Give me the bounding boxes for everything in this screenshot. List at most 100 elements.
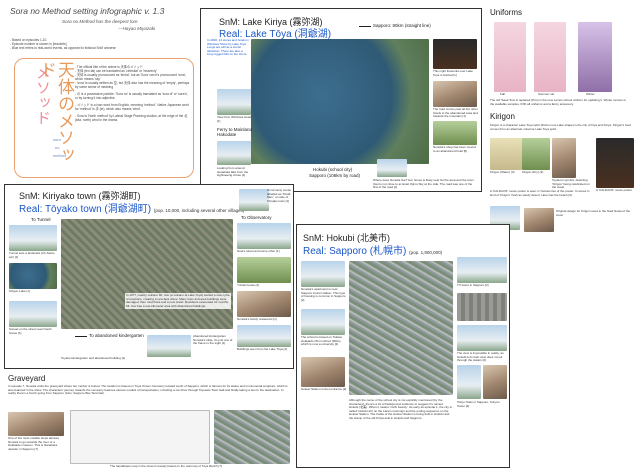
yuzuki-house-caption: Yuzuki house [1] <box>237 283 260 287</box>
city-view-caption: The view is impossible in reality, as Ho… <box>457 351 504 363</box>
sunset-street-photo <box>9 301 57 327</box>
noel-street-photo <box>237 223 291 249</box>
graveyard-title: Graveyard <box>8 374 46 383</box>
town-map-photo <box>61 219 233 329</box>
real-map-photo <box>214 410 290 464</box>
to-observatory-label: To Observatory <box>241 215 272 220</box>
infographic-title: Sora no Method setting infographic v. 1.… <box>10 6 165 16</box>
uniforms-caption: The old 'Sasa' flow is replaced (Prin) i… <box>490 98 626 106</box>
hokubi-label: Hokubi (school city) <box>313 167 353 172</box>
hokubi-distance: Sapporo (106km by road) <box>309 173 361 178</box>
house-photo <box>433 121 477 145</box>
tv-tower-photo <box>457 257 507 283</box>
kaldaos-poster-photo <box>596 138 634 188</box>
tokyo-tower-photo-2 <box>483 365 507 399</box>
uniform-winter-label: Winter <box>586 92 595 96</box>
to-abandoned-kindergarten: To abandoned kindergarten <box>89 333 144 338</box>
kindergarten-caption: Abandoned kindergarten Nonoka's slide, i… <box>193 334 233 346</box>
station-caption: Hokuei Station tunnel entrance [2] <box>301 387 347 391</box>
kirigon-poster-note: A 'KALDAOS' movie poster is seen in Yama… <box>490 189 590 197</box>
kirigon-water-caption: Kirigon (Water) (3) <box>490 170 515 174</box>
lake-view-photo <box>217 89 251 115</box>
tokyo-tower-caption: Tokyo Nodo in Sapporo, Tokyo's Tower [2] <box>457 400 500 408</box>
etymology-text: - The official title of the anime is 天体の… <box>75 65 191 122</box>
lake-ferry-photo <box>217 141 251 165</box>
nonoka-home-caption: Where does Nonoka live? Her house is lik… <box>373 178 474 190</box>
uniform-summer-label: Summer var. <box>538 92 556 96</box>
kanji-title-vertical: 天体のメソッド <box>36 61 74 163</box>
tv-tower-caption: TV tower in Sapporo [2] <box>457 283 489 287</box>
house-caption: Nonoka's shop has been moved to an aband… <box>433 145 476 153</box>
buildings-photo <box>237 325 291 347</box>
sunset-street-caption: Sunset on the street near Noel's house [… <box>9 327 52 335</box>
hokubi-real-title: Real: Sapporo (札幌市) (pop. 1,900,000) <box>303 242 442 257</box>
kirigon-design-caption: Original design for Kirigon used in the … <box>556 209 631 217</box>
community-center-photo <box>239 189 269 211</box>
kaldaos-poster-caption: A 'KALDAOS' movie poster <box>596 188 632 192</box>
school-photo <box>301 309 345 335</box>
sapporo-arrow <box>359 26 371 27</box>
lake-ferry-caption: Looking from around Hanabata lake from t… <box>217 166 249 178</box>
graveyard-photo <box>8 412 64 436</box>
uniform-summer-figure <box>534 22 566 92</box>
lake-side-note: In 2006, 14 stores and hotels in Windows… <box>207 38 249 57</box>
etymology-box: メソッド 天体のメソッド sora no method - The offici… <box>14 58 194 178</box>
apartment-photo <box>301 261 345 287</box>
station-photo <box>301 357 345 387</box>
kindergarten-photo <box>147 335 191 357</box>
tokyo-tower-photo <box>457 365 481 399</box>
restaurant-photo <box>237 291 291 317</box>
kirigon-dry-caption: Kirigon (Dry) (3) <box>522 170 544 174</box>
kirigon-title: Kirigon <box>490 112 515 121</box>
map-comparison-caption: The handdrawn map in the show is loosely… <box>110 464 222 468</box>
fireworks-caption: This night fireworks over Lake Toya is f… <box>433 69 473 77</box>
etym-p5: - の is a possessive particle. 'Sora no' … <box>75 92 189 100</box>
uniform-fall-label: Fall <box>500 92 505 96</box>
yuzuki-house-photo <box>237 257 291 283</box>
uniform-winter-figure <box>578 22 612 92</box>
sapporo-satellite-map <box>349 261 453 395</box>
etym-p7: - Sora is 'North method' by Lateral Stag… <box>75 114 188 122</box>
city-view-photo <box>457 325 507 351</box>
fireworks-photo <box>433 39 477 69</box>
kirigon-lake-photo <box>9 263 57 289</box>
restaurant-caption: Nonoka's family restaurant [1] <box>237 317 277 321</box>
notes-block: - Based on episodes 1-10. - Episode numb… <box>10 38 195 50</box>
hokubi-panel: SnM: Hokubi (北美市) Real: Sapporo (札幌市) (p… <box>296 224 510 468</box>
quote-line-2: —Hayao Miyazaki <box>118 26 156 31</box>
hokubi-population: (pop. 1,900,000) <box>409 250 443 255</box>
graveyard-note: In episode 7, Nonoka visits the graveyar… <box>8 384 288 396</box>
town-population: (pop. 10,000, including several other vi… <box>153 208 245 213</box>
kindergarten-arrow <box>75 336 87 337</box>
ferry-label: Ferry to Mainland Hakodate <box>217 127 253 137</box>
kirigon-symbol-photo <box>552 138 576 178</box>
town-panel: SnM: Kiriyako town (霧弥湖町) Real: Tōyako t… <box>4 184 294 369</box>
noel-street-caption: Noel's street and some other [1] <box>237 249 280 253</box>
nonoka-home-photo <box>377 159 407 177</box>
lake-view-caption: View from Windows Hotel [1] <box>217 115 252 123</box>
lake-sapporo-distance: Sapporo: 80km (straight line) <box>373 23 431 28</box>
kirigon-lake-caption: Kirigon Lake [1] <box>9 289 30 293</box>
to-tunnel-label: To Tunnel <box>31 217 51 222</box>
tunnel-photo <box>9 225 57 251</box>
hokubi-real-name: Real: Sapporo (札幌市) <box>303 246 407 257</box>
graveyard-photo-caption: One of the most notable stops advises No… <box>8 436 60 451</box>
quote-line-1: Sora no Method has the deepest lore <box>62 19 138 24</box>
town-real-title: Real: Tōyako town (洞爺湖町) (pop. 10,000, i… <box>19 200 244 215</box>
sora-label: sora <box>53 137 61 142</box>
method-label: method <box>53 153 67 158</box>
etym-p4: - 'sora' is usually written as 空, but 天体… <box>75 81 190 89</box>
road-photo <box>433 81 477 107</box>
kirigon-caption: Kirigon is a character Lake Toya spirit … <box>490 123 631 131</box>
town-real-name: Real: Tōyako town (洞爺湖町) <box>19 204 152 215</box>
uniform-fall-figure <box>494 22 526 92</box>
route-caption: Toyako kindergarten and abandoned buildi… <box>61 356 126 360</box>
etym-p3: - 天体 is usually pronounced as 'tentai', … <box>75 73 187 81</box>
lake-map-photo <box>251 39 429 164</box>
town-map-note: In 1977, nearby volcano Mt. Usu (a volca… <box>125 293 231 310</box>
train-view-photo <box>457 293 507 321</box>
etym-p6: - メソッド is a loan word from English, mean… <box>75 103 189 111</box>
hokubi-bottom-note: Although the name of the school city is … <box>349 398 452 420</box>
note-line-3: - Blue text refers to real-world events,… <box>10 46 116 50</box>
school-caption: The school is based on Tokiwa Hokkaido O… <box>301 335 342 347</box>
